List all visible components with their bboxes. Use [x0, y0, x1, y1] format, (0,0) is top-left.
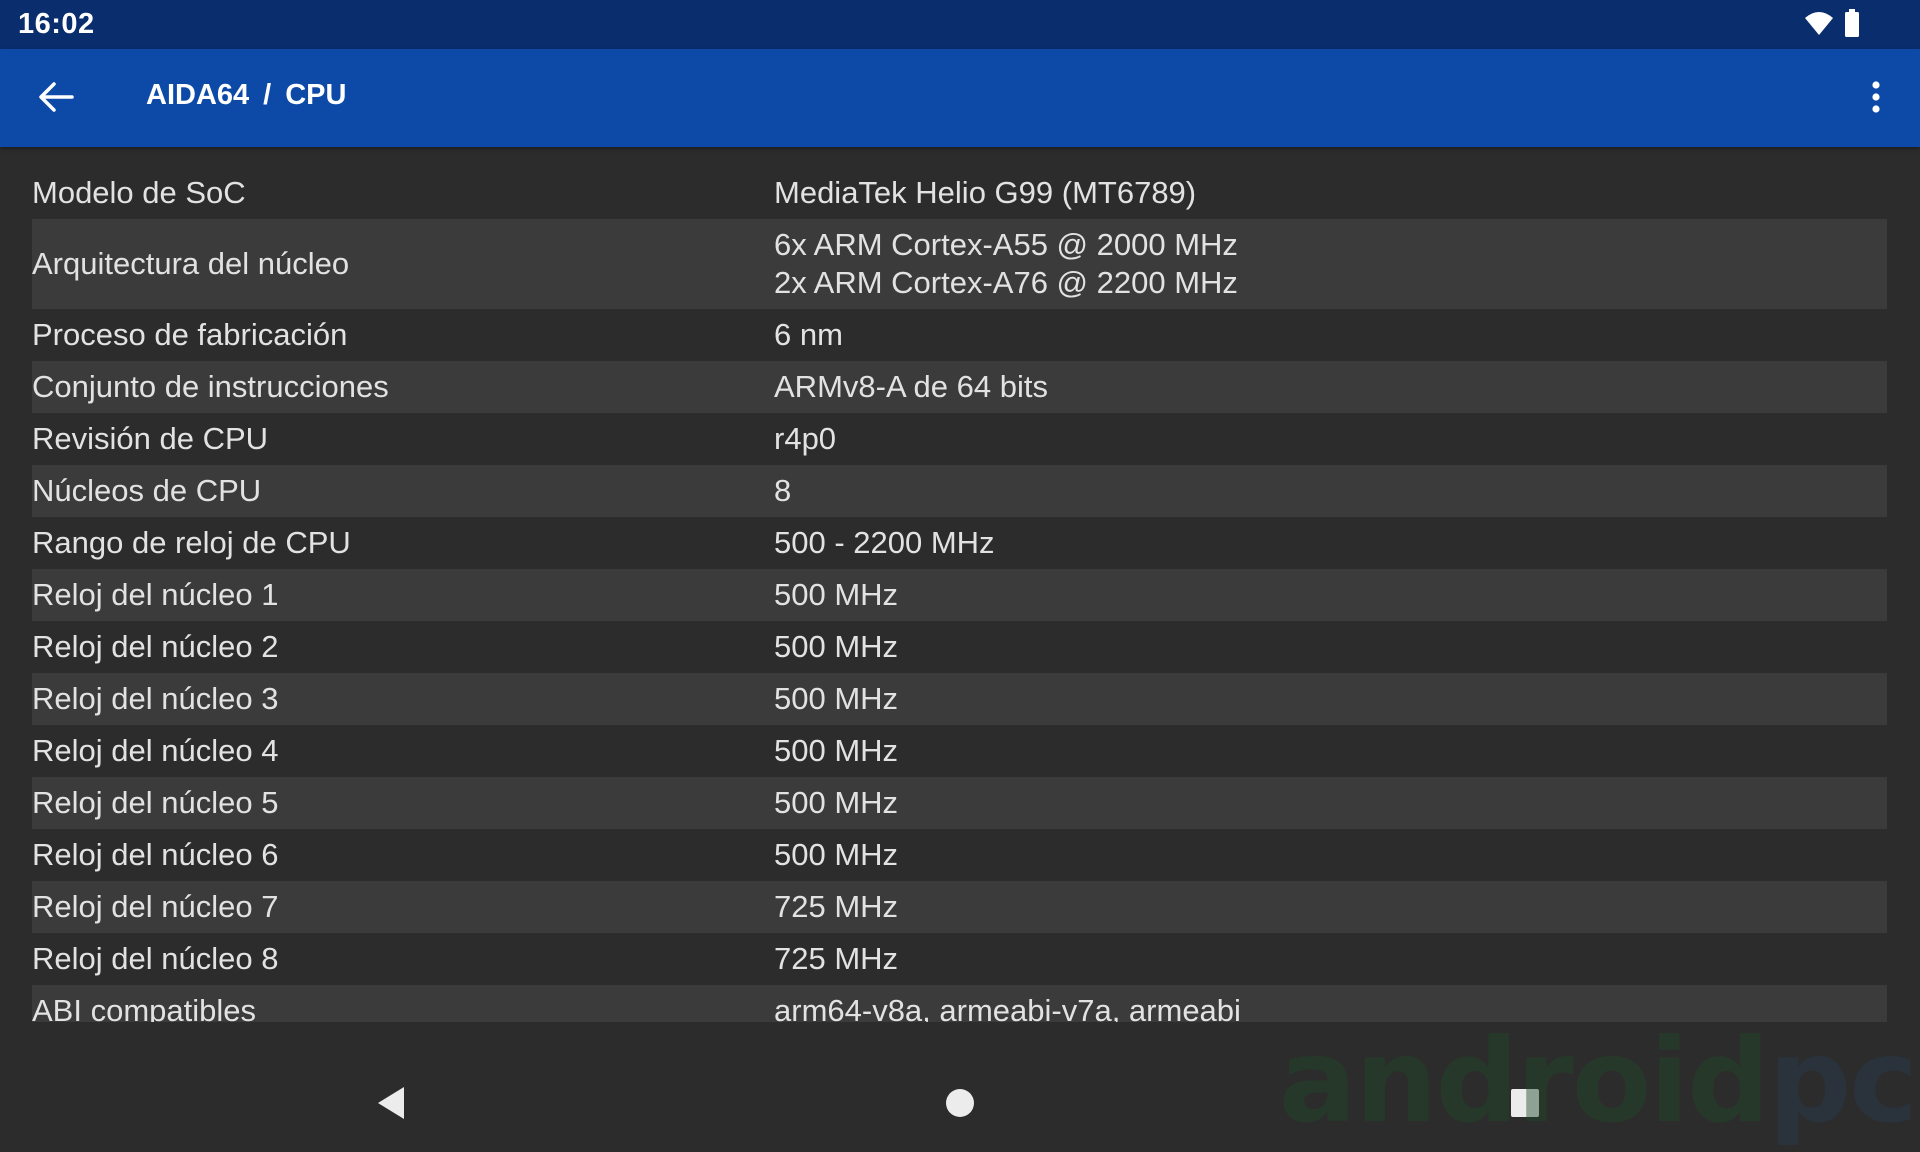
item-label: Reloj del núcleo 3: [32, 681, 279, 716]
list-item[interactable]: Reloj del núcleo 4 500 MHz: [32, 725, 1887, 777]
item-value-line: 6x ARM Cortex-A55 @ 2000 MHz: [774, 227, 1238, 262]
item-value: 500 MHz: [774, 681, 899, 716]
navigation-bar: [0, 1050, 1920, 1152]
item-value: 500 MHz: [774, 733, 899, 768]
item-value: arm64-v8a, armeabi-v7a, armeabi: [774, 993, 1241, 1022]
item-label: ABI compatibles: [32, 993, 256, 1022]
nav-home-button[interactable]: [933, 1078, 987, 1132]
item-value: 500 MHz: [774, 577, 899, 612]
system-icons: [1804, 8, 1860, 42]
list-item[interactable]: Arquitectura del núcleo 6x ARM Cortex-A5…: [32, 219, 1887, 309]
list-item[interactable]: Reloj del núcleo 8 725 MHz: [32, 933, 1887, 985]
app-bar: AIDA64 / CPU: [0, 49, 1920, 147]
status-bar: 16:02: [0, 0, 1920, 49]
home-circle-icon: [944, 1087, 976, 1124]
cpu-info-list[interactable]: Modelo de SoC MediaTek Helio G99 (MT6789…: [32, 167, 1887, 1022]
list-item[interactable]: Reloj del núcleo 5 500 MHz: [32, 777, 1887, 829]
list-item[interactable]: Modelo de SoC MediaTek Helio G99 (MT6789…: [32, 167, 1887, 219]
list-item[interactable]: Revisión de CPU r4p0: [32, 413, 1887, 465]
list-item[interactable]: Núcleos de CPU 8: [32, 465, 1887, 517]
recents-square-icon: [1509, 1087, 1541, 1124]
nav-back-button[interactable]: [364, 1078, 418, 1132]
item-value: 6x ARM Cortex-A55 @ 2000 MHz 2x ARM Cort…: [774, 226, 1887, 302]
breadcrumb-current: CPU: [285, 79, 347, 111]
item-value: 725 MHz: [774, 941, 899, 976]
back-button[interactable]: [30, 73, 82, 125]
item-label: Reloj del núcleo 5: [32, 785, 279, 820]
list-item[interactable]: Conjunto de instrucciones ARMv8-A de 64 …: [32, 361, 1887, 413]
item-label: Modelo de SoC: [32, 175, 246, 210]
breadcrumb-separator: /: [263, 79, 272, 111]
item-label: Reloj del núcleo 1: [32, 577, 279, 612]
back-triangle-icon: [374, 1085, 408, 1126]
item-label: Conjunto de instrucciones: [32, 369, 389, 404]
item-label: Reloj del núcleo 6: [32, 837, 279, 872]
item-value: 8: [774, 473, 792, 508]
item-value: 6 nm: [774, 317, 843, 352]
breadcrumb: AIDA64 / CPU: [146, 79, 346, 112]
item-label: Reloj del núcleo 7: [32, 889, 279, 924]
item-label: Arquitectura del núcleo: [32, 246, 350, 281]
item-label: Reloj del núcleo 8: [32, 941, 279, 976]
item-value: 500 MHz: [774, 629, 899, 664]
item-value-line: 2x ARM Cortex-A76 @ 2200 MHz: [774, 265, 1238, 300]
list-item[interactable]: Reloj del núcleo 6 500 MHz: [32, 829, 1887, 881]
item-label: Revisión de CPU: [32, 421, 269, 456]
item-label: Reloj del núcleo 4: [32, 733, 279, 768]
breadcrumb-root[interactable]: AIDA64: [146, 79, 249, 112]
status-time: 16:02: [18, 8, 95, 40]
list-item[interactable]: Proceso de fabricación 6 nm: [32, 309, 1887, 361]
item-value: 500 MHz: [774, 837, 899, 872]
battery-icon: [1844, 8, 1860, 42]
item-label: Núcleos de CPU: [32, 473, 262, 508]
item-value: r4p0: [774, 421, 837, 456]
item-label: Proceso de fabricación: [32, 317, 348, 352]
nav-recents-button[interactable]: [1498, 1078, 1552, 1132]
arrow-left-icon: [38, 81, 74, 118]
item-label: Rango de reloj de CPU: [32, 525, 351, 560]
item-value: ARMv8-A de 64 bits: [774, 369, 1048, 404]
list-item[interactable]: Reloj del núcleo 2 500 MHz: [32, 621, 1887, 673]
list-item[interactable]: Rango de reloj de CPU 500 - 2200 MHz: [32, 517, 1887, 569]
list-item[interactable]: Reloj del núcleo 1 500 MHz: [32, 569, 1887, 621]
list-item[interactable]: Reloj del núcleo 3 500 MHz: [32, 673, 1887, 725]
list-item[interactable]: ABI compatibles arm64-v8a, armeabi-v7a, …: [32, 985, 1887, 1022]
item-value: MediaTek Helio G99 (MT6789): [774, 175, 1197, 210]
item-value: 725 MHz: [774, 889, 899, 924]
list-item[interactable]: Reloj del núcleo 7 725 MHz: [32, 881, 1887, 933]
item-label: Reloj del núcleo 2: [32, 629, 279, 664]
item-value: 500 - 2200 MHz: [774, 525, 995, 560]
wifi-icon: [1804, 10, 1834, 41]
overflow-menu-button[interactable]: [1850, 73, 1902, 125]
item-value: 500 MHz: [774, 785, 899, 820]
more-vert-icon: [1871, 80, 1881, 119]
